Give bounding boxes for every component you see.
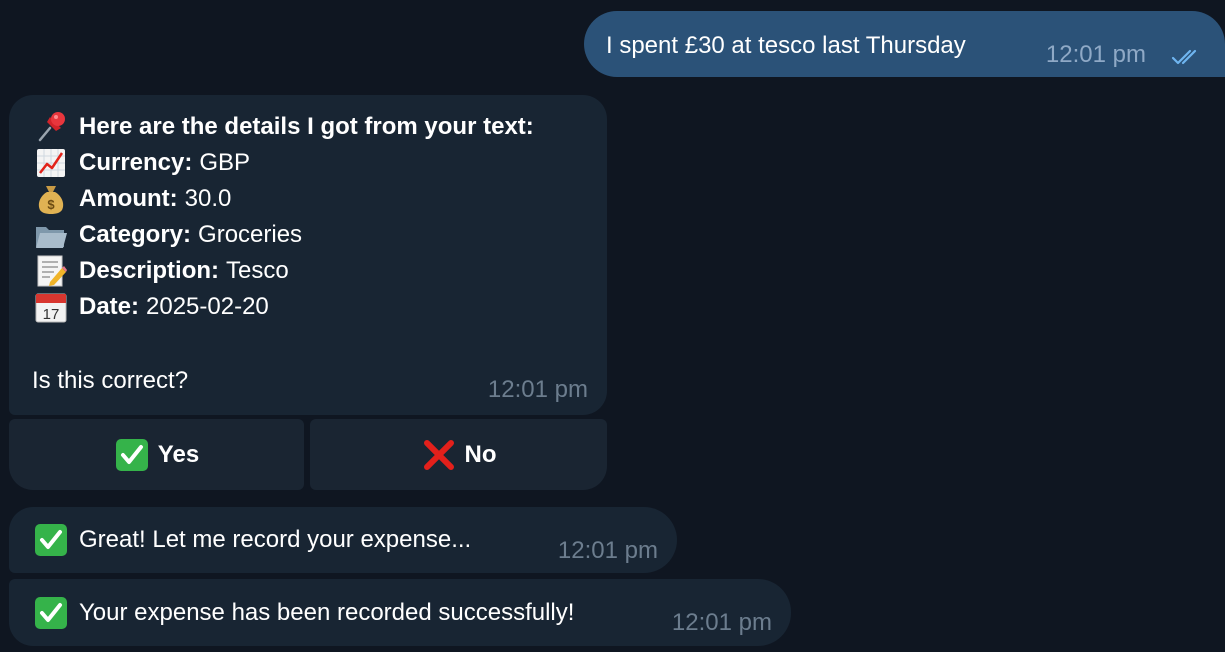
details-message[interactable]: Here are the details I got from your tex… — [9, 95, 607, 415]
currency-label: Currency: — [79, 149, 193, 176]
detail-row-description: Description: Tesco — [33, 253, 583, 289]
chart-increasing-icon — [33, 145, 69, 181]
chat-view: I spent £30 at tesco last Thursday 12:01… — [0, 0, 1225, 652]
outgoing-message-time: 12:01 pm — [1045, 41, 1146, 68]
amount-label: Amount: — [79, 185, 178, 212]
yes-button-label: Yes — [157, 440, 200, 468]
success-message-text: Your expense has been recorded successfu… — [79, 598, 575, 626]
category-label: Category: — [79, 221, 192, 248]
yes-button[interactable]: Yes — [9, 419, 304, 490]
amount-value: 30.0 — [184, 185, 232, 212]
cross-mark-icon — [421, 437, 457, 473]
folder-icon — [33, 217, 69, 253]
category-value: Groceries — [198, 221, 303, 248]
svg-text:17: 17 — [43, 306, 60, 323]
detail-row-amount: $ Amount: 30.0 — [33, 181, 583, 217]
currency-value: GBP — [199, 149, 251, 176]
date-value: 2025-02-20 — [146, 293, 269, 320]
confirmation-question: Is this correct? — [32, 367, 189, 394]
check-mark-button-icon — [114, 437, 150, 473]
no-button-label: No — [464, 440, 497, 468]
double-check-icon — [1171, 48, 1205, 71]
memo-icon — [33, 253, 69, 289]
recording-message[interactable]: Great! Let me record your expense... 12:… — [9, 507, 677, 573]
success-message-time: 12:01 pm — [671, 609, 772, 636]
recording-message-time: 12:01 pm — [557, 537, 658, 564]
description-label: Description: — [79, 257, 220, 284]
check-mark-button-icon — [33, 595, 69, 631]
calendar-icon: 17 — [33, 289, 69, 325]
details-header: Here are the details I got from your tex… — [33, 109, 583, 145]
detail-row-category: Category: Groceries — [33, 217, 583, 253]
no-button[interactable]: No — [310, 419, 607, 490]
date-label: Date: — [79, 293, 140, 320]
description-value: Tesco — [226, 257, 289, 284]
detail-row-date: 17 Date: 2025-02-20 — [33, 289, 583, 325]
pushpin-icon — [33, 109, 69, 145]
details-header-text: Here are the details I got from your tex… — [79, 113, 534, 140]
success-message[interactable]: Your expense has been recorded successfu… — [9, 579, 791, 646]
details-message-time: 12:01 pm — [487, 376, 588, 403]
money-bag-icon: $ — [33, 181, 69, 217]
detail-row-currency: Currency: GBP — [33, 145, 583, 181]
outgoing-message[interactable]: I spent £30 at tesco last Thursday 12:01… — [584, 11, 1225, 77]
outgoing-message-text: I spent £30 at tesco last Thursday — [606, 32, 966, 59]
svg-text:$: $ — [47, 197, 55, 212]
check-mark-button-icon — [33, 522, 69, 558]
recording-message-text: Great! Let me record your expense... — [79, 526, 472, 553]
